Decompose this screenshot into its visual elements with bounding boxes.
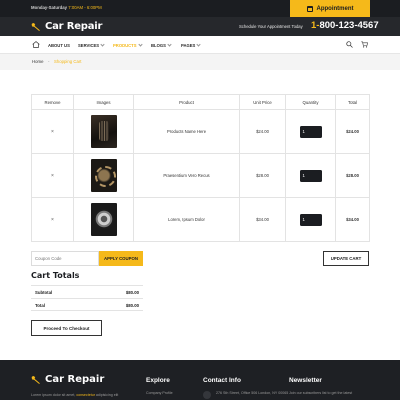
wrench-icon [31,375,40,384]
phone-number[interactable]: 1-800-123-4567 [311,20,379,31]
nav-label: BLOGS [151,43,166,48]
location-icon [203,391,211,399]
phone-digits: 800-123-4567 [319,20,379,31]
nav-label: PAGES [181,43,196,48]
schedule-text: Schedule Your Appointment Today [239,24,303,29]
product-image[interactable] [90,203,117,236]
line-total: $24.00 [335,109,370,154]
update-cart-button[interactable]: UPDATE CART [323,251,369,266]
nav-label: SERVICES [78,43,100,48]
footer-link[interactable]: Company Profile [146,391,173,395]
footer-logo-text: Car Repair [45,374,105,385]
line-total: $34.00 [335,197,370,242]
site-footer: Car Repair Lorem ipsum dolor sit amet, c… [0,360,400,400]
about-link[interactable]: consectetur [76,393,95,397]
nav-pages[interactable]: PAGES [181,42,201,48]
chevron-down-icon [196,42,201,47]
breadcrumb-home[interactable]: Home [32,59,43,64]
quantity-input[interactable]: 1 [299,213,322,226]
breadcrumb-separator: - [48,59,50,64]
home-icon[interactable] [32,41,40,48]
product-name[interactable]: Products Name Here [133,109,240,154]
footer-newsletter-text: Join our subscribers list to get the lat… [289,391,353,395]
calendar-icon [306,5,313,12]
unit-price: $34.00 [239,197,286,242]
footer-logo[interactable]: Car Repair [31,374,104,385]
line-total: $28.00 [335,153,370,198]
table-row: × Lorem, Ipsum Dolor $34.00 1 $34.00 [31,197,370,242]
table-row: × Praesentium Vero Recus $28.00 1 $28.00 [31,153,370,198]
total-value: $80.00 [125,303,139,308]
cart-table: Remove Images Product Unit Price Quantit… [31,94,370,242]
unit-price: $28.00 [239,153,286,198]
breadcrumb: Home - Shopping Cart [0,54,400,70]
quantity-value: 1 [302,128,305,134]
opening-hours: Monday-Saturday 7:00AM - 6:00PM [31,5,102,10]
subtotal-label: Subtotal [35,290,53,295]
chevron-down-icon [100,42,105,47]
nav-products[interactable]: PRODUCTS [113,42,143,48]
search-icon[interactable] [346,41,353,48]
total-row: Total $80.00 [31,298,143,311]
remove-icon[interactable]: × [51,217,54,223]
quantity-input[interactable]: 1 [299,169,322,182]
proceed-to-checkout-button[interactable]: Proceed To Checkout [31,320,102,336]
chevron-down-icon [167,42,172,47]
hours-days: Monday-Saturday [31,5,68,10]
logo-text: Car Repair [45,21,103,32]
product-name[interactable]: Lorem, Ipsum Dolor [133,197,240,242]
quantity-value: 1 [302,172,305,178]
table-row: × Products Name Here $24.00 1 $24.00 [31,109,370,154]
table-header-row: Remove Images Product Unit Price Quantit… [31,94,370,110]
column-header: Images [73,94,134,110]
nav-label: ABOUT US [48,43,70,48]
wrench-icon [31,22,40,31]
subtotal-value: $80.00 [125,290,139,295]
footer-address: 276 Sth Street, Office 506 London, NY 00… [216,391,289,395]
about-text: Lorem ipsum dolor sit amet, [31,393,76,397]
column-header: Remove [31,94,74,110]
footer-newsletter-title: Newsletter [289,377,322,384]
remove-icon[interactable]: × [51,173,54,179]
total-label: Total [35,303,45,308]
main-nav: ABOUT US SERVICES PRODUCTS BLOGS PAGES [0,36,400,54]
coupon-input[interactable] [31,251,99,266]
product-name[interactable]: Praesentium Vero Recus [133,153,240,198]
column-header: Quantity [285,94,336,110]
site-header: Car Repair Schedule Your Appointment Tod… [0,17,400,36]
hours-time: 7:00AM - 6:00PM [68,5,102,10]
top-bar: Monday-Saturday 7:00AM - 6:00PM Appointm… [0,0,400,17]
about-text-rest: adipisicing elit [95,393,119,397]
quantity-value: 1 [302,216,305,222]
quantity-input[interactable]: 1 [299,125,322,138]
product-image[interactable] [90,115,117,148]
cart-icon[interactable] [361,41,368,48]
footer-contact-title: Contact Info [203,377,241,384]
nav-about-us[interactable]: ABOUT US [48,43,70,48]
nav-services[interactable]: SERVICES [78,42,105,48]
unit-price: $24.00 [239,109,286,154]
column-header: Total [335,94,370,110]
breadcrumb-current: Shopping Cart [54,59,82,64]
column-header: Unit Price [239,94,286,110]
nav-blogs[interactable]: BLOGS [151,42,172,48]
logo[interactable]: Car Repair [31,21,102,32]
cart-totals-title: Cart Totals [31,271,80,280]
chevron-down-icon [137,42,143,47]
subtotal-row: Subtotal $80.00 [31,285,143,298]
product-image[interactable] [90,159,117,192]
apply-coupon-button[interactable]: APPLY COUPON [99,251,143,266]
appointment-label: Appointment [316,5,354,12]
nav-label: PRODUCTS [113,43,137,48]
footer-explore-title: Explore [146,377,170,384]
footer-about: Lorem ipsum dolor sit amet, consectetur … [31,393,118,397]
remove-icon[interactable]: × [51,129,54,135]
appointment-button[interactable]: Appointment [290,0,370,17]
column-header: Product [133,94,240,110]
